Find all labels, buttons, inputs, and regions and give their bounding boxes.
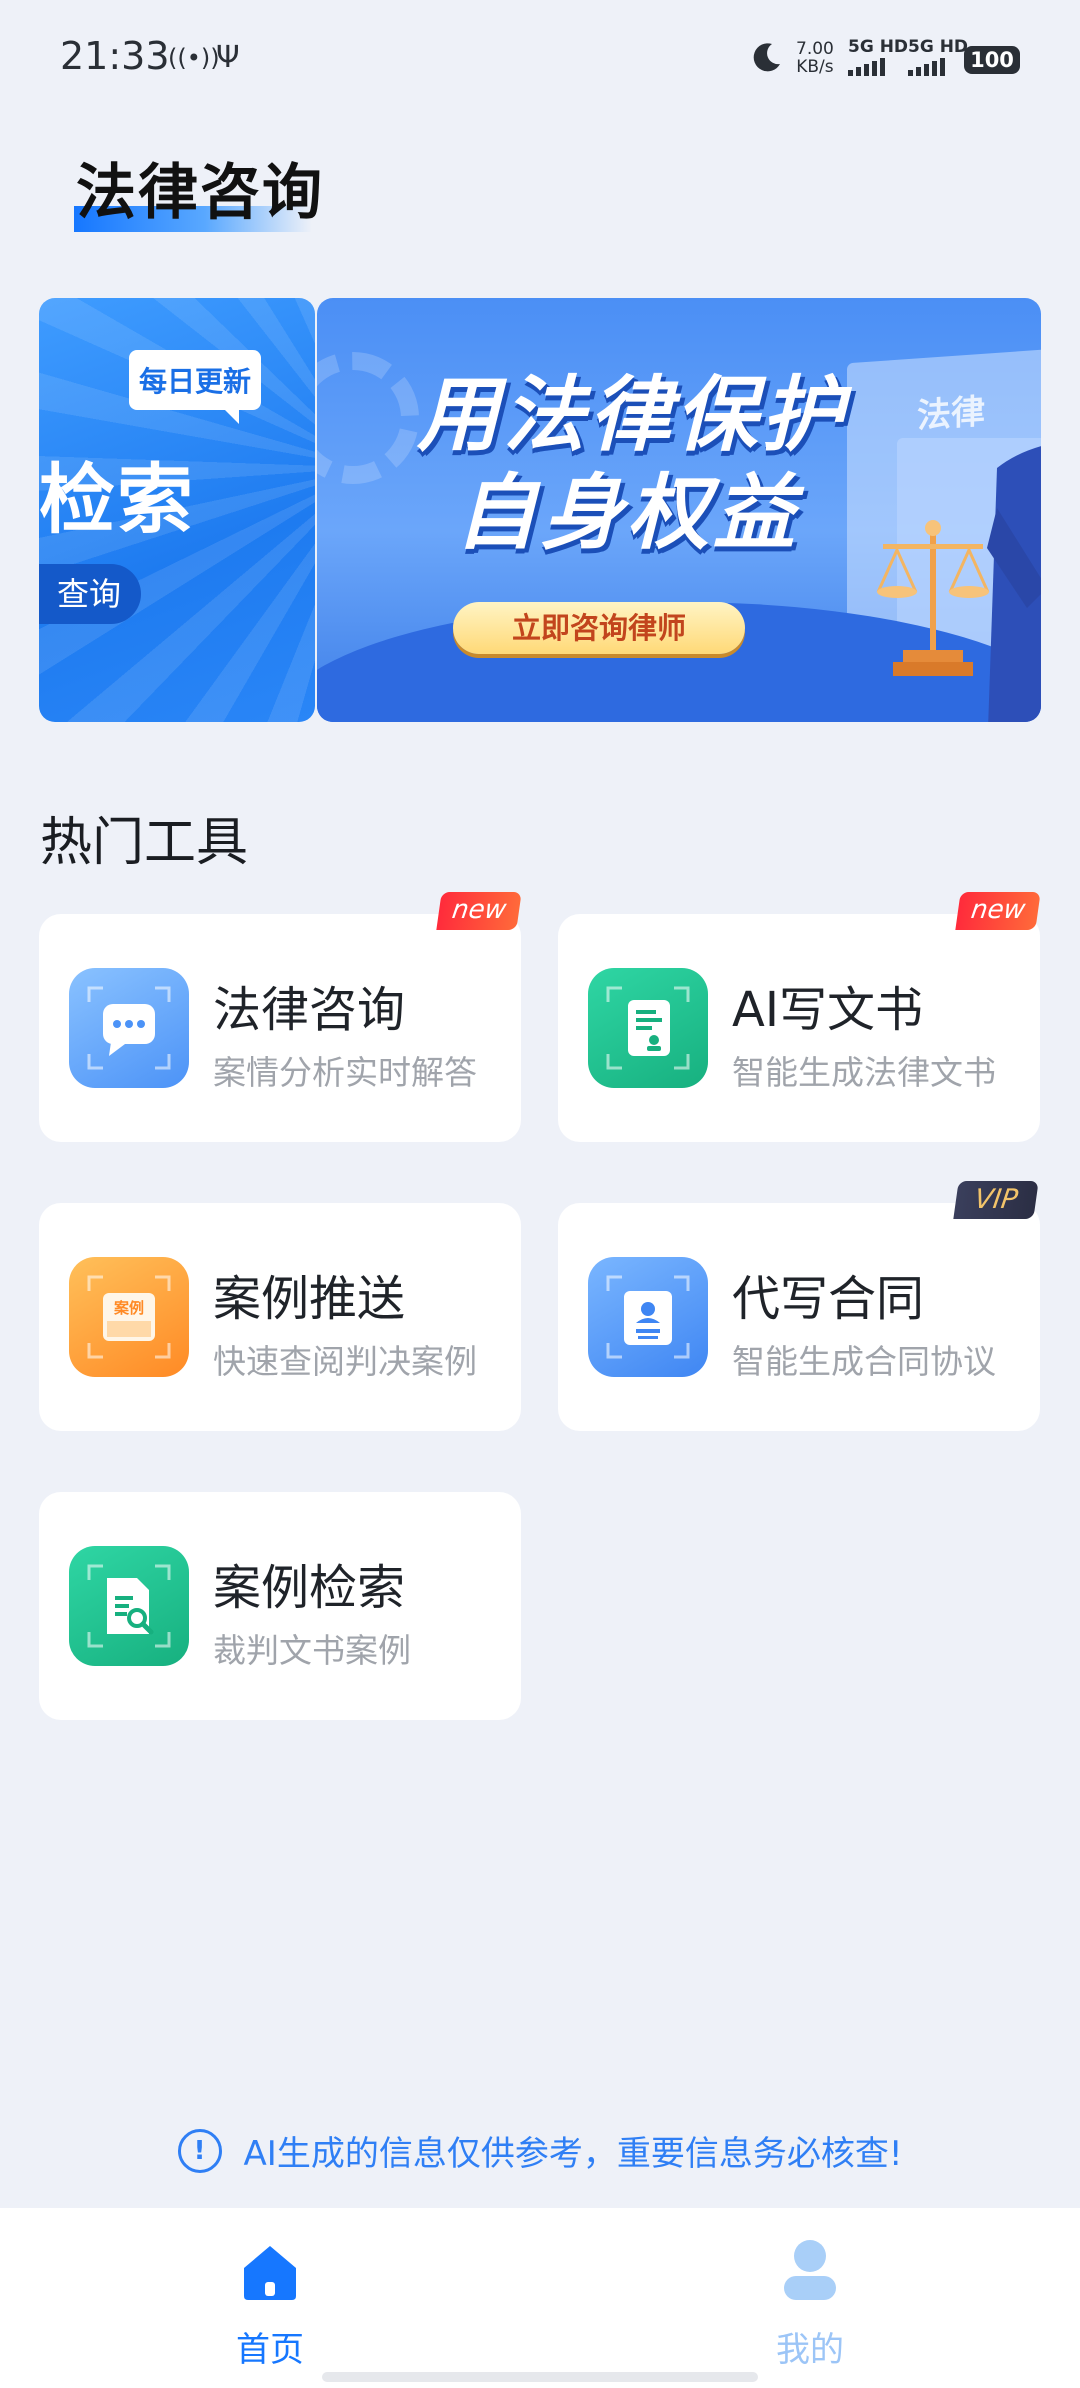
tool-name: 案例检索 — [213, 1560, 406, 1616]
usb-icon: Ψ — [216, 40, 240, 75]
consult-lawyer-button[interactable]: 立即咨询律师 — [453, 602, 745, 654]
daily-update-badge: 每日更新 — [129, 350, 262, 424]
tool-desc: 智能生成法律文书 — [732, 1053, 996, 1092]
tool-card-case-push[interactable]: 案例 案例推送 快速查阅判决案例 — [39, 1203, 521, 1431]
new-tag: new — [436, 892, 522, 930]
section-title-hot-tools: 热门工具 — [40, 813, 249, 873]
tool-card-ai-document[interactable]: new AI写文书 智能生成法律文书 — [558, 892, 1041, 1142]
tool-name: 案例推送 — [213, 1271, 406, 1327]
chat-bubble-icon — [69, 968, 189, 1088]
tool-name: 法律咨询 — [213, 982, 406, 1038]
home-indicator[interactable] — [322, 2372, 758, 2382]
info-icon: ! — [177, 2128, 222, 2173]
moon-icon — [753, 43, 780, 72]
signal-2-label: 5G HD — [908, 37, 969, 57]
tab-mine-label: 我的 — [776, 2330, 844, 2370]
svg-text:案例: 案例 — [113, 1299, 144, 1317]
document-icon — [588, 968, 708, 1088]
tool-desc: 案情分析实时解答 — [213, 1053, 477, 1092]
tool-name: 代写合同 — [732, 1271, 925, 1327]
tool-card-case-search[interactable]: 案例检索 裁判文书案例 — [39, 1492, 521, 1720]
signal-1-label: 5G HD — [848, 37, 909, 57]
status-bar: 21:33 ((•)) Ψ 7.00 KB/s 5G HD 5G HD 100 — [0, 0, 1080, 116]
banner-prev-button[interactable]: 查询 — [39, 564, 141, 624]
network-speed: 7.00 KB/s — [796, 40, 834, 76]
tab-home[interactable]: 首页 — [170, 2238, 370, 2371]
speed-value: 7.00 — [796, 39, 834, 59]
signal-bars-icon — [908, 58, 968, 76]
ai-disclaimer: ! AI生成的信息仅供参考，重要信息务必核查! — [0, 2126, 1080, 2175]
tool-card-contract[interactable]: VIP 代写合同 智能生成合同协议 — [558, 1181, 1040, 1431]
tool-desc: 智能生成合同协议 — [732, 1342, 996, 1381]
page-title: 法律咨询 — [76, 158, 324, 228]
lawyer-illustration — [987, 446, 1041, 722]
bottom-tab-bar: 首页 我的 — [0, 2208, 1080, 2388]
speed-unit: KB/s — [796, 57, 834, 77]
search-document-icon — [69, 1546, 189, 1666]
tool-card-legal-consult[interactable]: new 法律咨询 案情分析实时解答 — [39, 892, 522, 1142]
banner-headline-2: 自身权益 — [455, 466, 799, 561]
new-tag: new — [955, 892, 1041, 930]
gear-decoration-icon — [317, 352, 419, 484]
home-icon — [244, 2246, 296, 2300]
tab-home-label: 首页 — [236, 2330, 304, 2370]
banner-prev-title: 检索 — [39, 455, 195, 544]
contract-icon — [588, 1257, 708, 1377]
signal-bars-icon — [848, 58, 908, 76]
signal-1: 5G HD — [848, 38, 908, 76]
tab-mine[interactable]: 我的 — [710, 2238, 910, 2371]
user-icon — [784, 2240, 836, 2300]
banner-slide-prev[interactable]: 每日更新 检索 查询 — [39, 298, 315, 722]
status-time: 21:33 — [60, 34, 170, 78]
case-icon: 案例 — [69, 1257, 189, 1377]
signal-2: 5G HD — [908, 38, 968, 76]
battery-icon: 100 — [964, 46, 1020, 74]
tool-desc: 裁判文书案例 — [213, 1631, 411, 1670]
banner-slide-main[interactable]: 法律 用法律保护 自身权益 立即咨询律师 — [317, 298, 1041, 722]
vip-tag: VIP — [953, 1181, 1039, 1219]
disclaimer-text: AI生成的信息仅供参考，重要信息务必核查! — [243, 2134, 903, 2174]
tool-desc: 快速查阅判决案例 — [213, 1342, 477, 1381]
tool-name: AI写文书 — [732, 982, 923, 1038]
hotspot-icon: ((•)) — [168, 44, 220, 72]
